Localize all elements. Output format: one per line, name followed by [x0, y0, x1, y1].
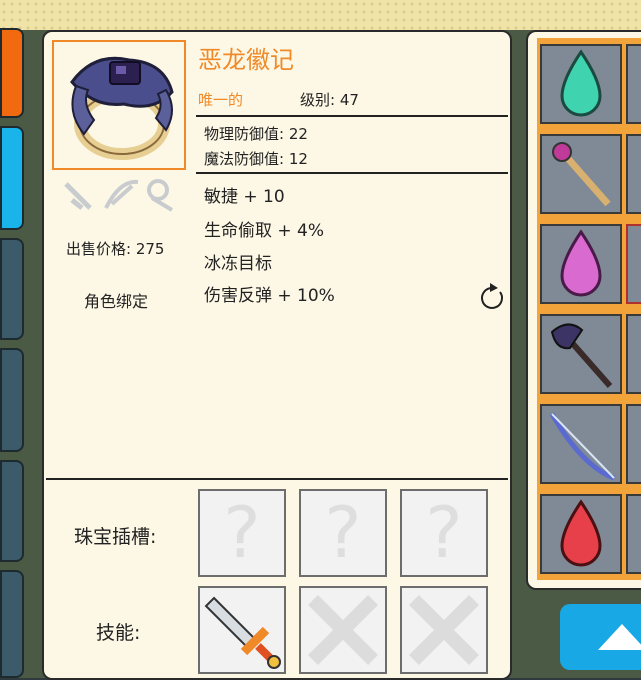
physical-defense: 物理防御值: 22: [204, 125, 308, 143]
item-rarity: 唯一的: [198, 91, 244, 109]
inventory-slot[interactable]: [540, 494, 622, 574]
divider: [196, 115, 508, 117]
socket-slot-2[interactable]: ?: [299, 489, 387, 577]
inventory-slot[interactable]: [540, 404, 622, 484]
socket-slot-1[interactable]: ?: [198, 489, 286, 577]
tab-blue-selected[interactable]: [0, 126, 24, 230]
inventory-slot-partial[interactable]: [626, 224, 641, 304]
level-value: 47: [339, 91, 359, 109]
bonus-agility: 敏捷 + 10: [204, 187, 285, 207]
bonus-life-steal: 生命偷取 + 4%: [204, 221, 325, 241]
inventory-slot-partial[interactable]: [626, 494, 641, 574]
inventory-slot[interactable]: [540, 224, 622, 304]
bonus-list: 敏捷 + 10 生命偷取 + 4% 冰冻目标 伤害反弹 + 10%: [204, 182, 335, 313]
level-label: 级别:: [300, 91, 336, 109]
locked-x-icon: [409, 595, 479, 665]
item-level: 级别: 47: [300, 89, 359, 110]
bonus-damage-reflect: 伤害反弹 + 10%: [204, 286, 335, 306]
dark-axe-icon: [550, 323, 613, 388]
flame-sword-icon: [204, 596, 281, 669]
teal-gem-icon: [560, 49, 602, 117]
up-arrow-icon: [598, 624, 641, 650]
socket-empty-mark: ?: [425, 492, 463, 574]
inventory-slot[interactable]: [540, 314, 622, 394]
tab-6[interactable]: [0, 570, 24, 678]
ice-bow-icon: [549, 412, 615, 481]
magic-defense: 魔法防御值: 12: [204, 150, 308, 168]
inventory-slot-partial[interactable]: [626, 44, 641, 124]
dragon-emblem-ring-icon: [70, 56, 174, 160]
pink-gem-icon: [560, 229, 602, 297]
item-icon-frame: [52, 40, 186, 170]
inventory-slot-partial[interactable]: [626, 314, 641, 394]
socket-slot-3[interactable]: ?: [400, 489, 488, 577]
golden-staff-icon: [552, 142, 611, 207]
locked-x-icon: [308, 595, 378, 665]
skill-label: 技能:: [96, 622, 141, 644]
inventory-slot-partial[interactable]: [626, 404, 641, 484]
skill-slot-3[interactable]: [400, 586, 488, 674]
item-name: 恶龙徽记: [198, 40, 294, 75]
tab-4[interactable]: [0, 348, 24, 452]
skill-slot-1[interactable]: [198, 586, 286, 674]
inventory-slot[interactable]: [540, 44, 622, 124]
set-items-icon: [64, 179, 174, 212]
item-name-text: 恶龙徽记: [198, 46, 294, 74]
socket-empty-mark: ?: [223, 492, 261, 574]
sell-price: 出售价格: 275: [66, 240, 165, 258]
socket-empty-mark: ?: [324, 492, 362, 574]
binding-status: 角色绑定: [84, 292, 149, 311]
skill-slot-2[interactable]: [299, 586, 387, 674]
tab-orange[interactable]: [0, 28, 24, 118]
inventory-slot[interactable]: [540, 134, 622, 214]
tab-3[interactable]: [0, 238, 24, 340]
scroll-up-button[interactable]: [560, 604, 641, 670]
divider: [196, 172, 508, 174]
refresh-icon: [481, 283, 503, 309]
set-item-silhouettes: [62, 178, 180, 212]
refresh-button[interactable]: [478, 282, 506, 316]
red-gem-icon: [560, 499, 602, 567]
background-top: [0, 0, 641, 30]
tab-5[interactable]: [0, 460, 24, 562]
socket-label: 珠宝插槽:: [74, 526, 157, 548]
bonus-freeze-target: 冰冻目标: [204, 254, 272, 274]
divider: [46, 478, 508, 480]
inventory-slot-partial[interactable]: [626, 134, 641, 214]
